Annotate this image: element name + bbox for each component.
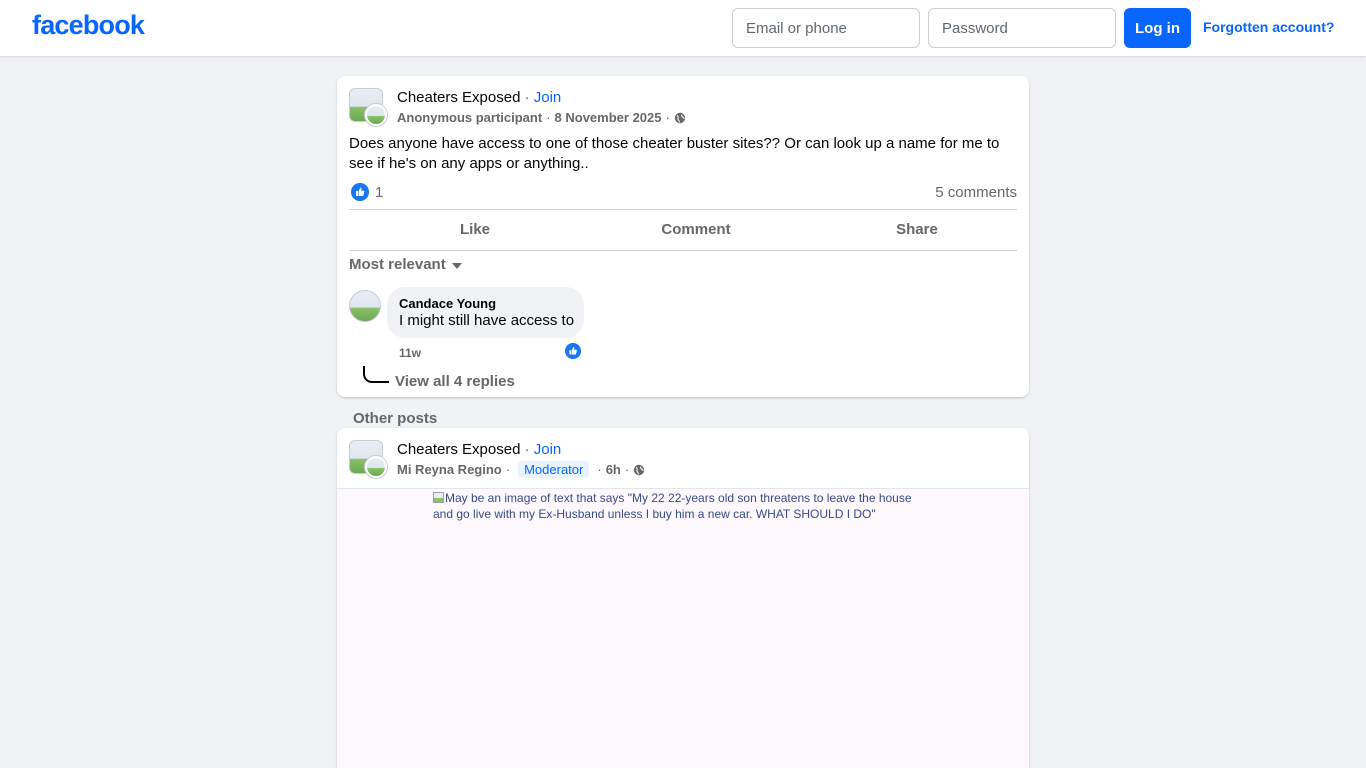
post-author[interactable]: Mi Reyna Regino <box>397 462 502 477</box>
comment-time[interactable]: 11w <box>399 346 421 360</box>
share-button[interactable]: Share <box>817 221 1017 238</box>
login-button[interactable]: Log in <box>1124 8 1191 48</box>
separator-dot: · <box>597 462 602 477</box>
author-avatar <box>365 104 387 126</box>
comment-text: I might still have access to <box>399 312 575 329</box>
group-name-link[interactable]: Cheaters Exposed <box>397 441 520 458</box>
reactions-bar: 1 5 comments <box>349 181 1017 205</box>
post-date[interactable]: 8 November 2025 <box>555 110 662 125</box>
sort-label: Most relevant <box>349 256 446 273</box>
comments-count[interactable]: 5 comments <box>935 184 1017 201</box>
email-field[interactable] <box>732 8 920 48</box>
separator-dot: · <box>665 110 670 125</box>
post-card: Cheaters Exposed · Join Mi Reyna Regino … <box>337 428 1029 768</box>
top-bar: facebook Log in Forgotten account? <box>0 0 1366 56</box>
commenter-avatar[interactable] <box>349 290 381 322</box>
post-time[interactable]: 6h <box>606 462 621 477</box>
reply-thread-line <box>363 366 389 383</box>
join-group-link[interactable]: Join <box>534 441 562 458</box>
join-group-link[interactable]: Join <box>534 89 562 106</box>
other-posts-heading: Other posts <box>353 410 438 427</box>
like-button[interactable]: Like <box>375 221 575 238</box>
forgotten-account-link[interactable]: Forgotten account? <box>1203 19 1334 35</box>
separator-dot: · <box>524 441 530 458</box>
separator-dot: · <box>546 110 551 125</box>
post-card: Cheaters Exposed · Join Anonymous partic… <box>337 76 1029 397</box>
globe-icon <box>674 112 686 123</box>
like-count[interactable]: 1 <box>375 184 383 201</box>
comment-sort-dropdown[interactable]: Most relevant <box>349 256 462 273</box>
divider <box>349 250 1017 251</box>
post-header-title: Cheaters Exposed · Join <box>397 89 561 106</box>
post-text: Does anyone have access to one of those … <box>349 135 1000 172</box>
group-avatar[interactable] <box>349 440 387 478</box>
post-meta: Anonymous participant · 8 November 2025 … <box>397 110 686 125</box>
password-field[interactable] <box>928 8 1116 48</box>
author-avatar <box>365 456 387 478</box>
like-icon[interactable] <box>351 183 369 201</box>
caret-down-icon <box>451 262 462 269</box>
broken-image-icon <box>433 492 444 503</box>
post-author: Anonymous participant <box>397 110 543 125</box>
divider <box>349 209 1017 210</box>
separator-dot: · <box>524 89 530 106</box>
image-alt-text: May be an image of text that says "My 22… <box>433 490 933 522</box>
post-meta: Mi Reyna Regino · Moderator · 6h · <box>397 461 645 478</box>
comment-bubble: Candace Young I might still have access … <box>387 287 584 338</box>
facebook-logo[interactable]: facebook <box>32 10 145 41</box>
comment-like-icon <box>564 342 582 360</box>
moderator-badge: Moderator <box>518 461 590 478</box>
image-alt-label: May be an image of text that says "My 22… <box>433 491 912 521</box>
comment-author[interactable]: Candace Young <box>399 296 496 311</box>
separator-dot: · <box>505 462 511 477</box>
globe-icon <box>634 464 645 475</box>
post-header-title: Cheaters Exposed · Join <box>397 441 561 458</box>
comment-button[interactable]: Comment <box>596 221 796 238</box>
view-replies-link[interactable]: View all 4 replies <box>395 373 515 390</box>
group-name-link[interactable]: Cheaters Exposed <box>397 89 520 106</box>
post-image[interactable]: May be an image of text that says "My 22… <box>337 488 1029 768</box>
group-avatar[interactable] <box>349 88 387 126</box>
separator-dot: · <box>624 462 630 477</box>
